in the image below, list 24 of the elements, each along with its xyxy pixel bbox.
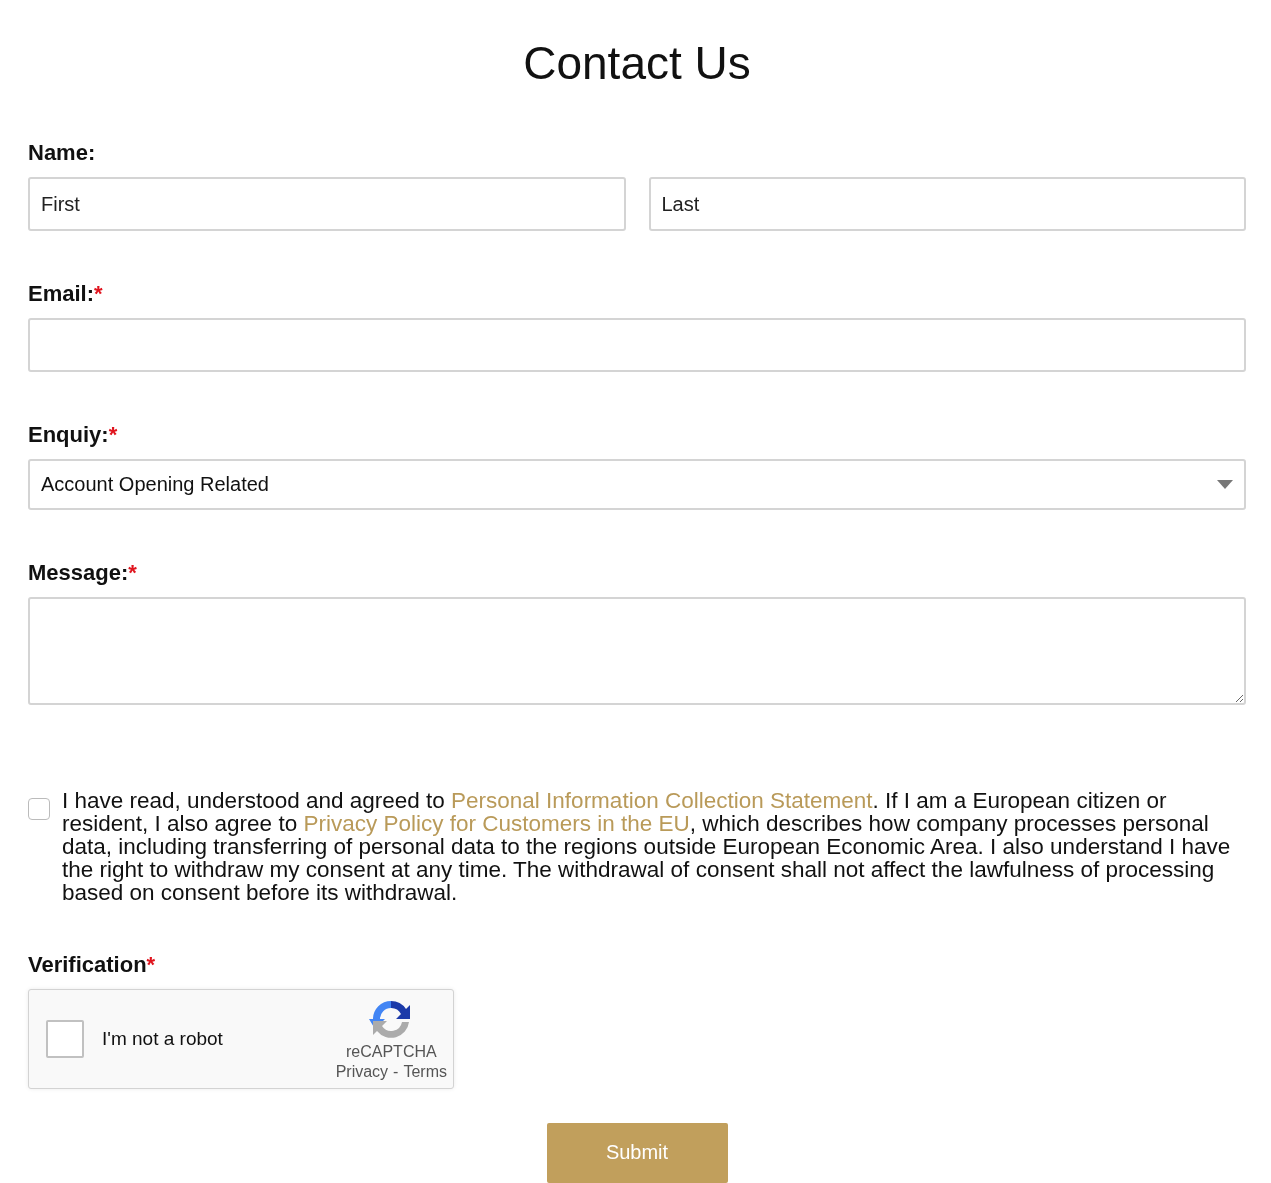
- caret-icon: [1217, 480, 1233, 489]
- section-label: Verification: [28, 951, 147, 978]
- field-label: Enquiy:: [28, 422, 109, 448]
- required-mark: *: [128, 560, 137, 587]
- field-label: Email:: [28, 281, 95, 307]
- separator: -: [393, 1062, 399, 1081]
- input-field[interactable]: First: [28, 177, 626, 231]
- page-title: Contact Us: [522, 36, 752, 90]
- terms-link[interactable]: Terms: [403, 1062, 447, 1081]
- input-field[interactable]: [28, 318, 1246, 372]
- required-mark: *: [108, 422, 118, 448]
- consent-checkbox[interactable]: [28, 797, 50, 820]
- field-label: Name:: [28, 140, 96, 166]
- privacy-link[interactable]: Privacy: [335, 1062, 389, 1081]
- required-mark: *: [94, 281, 103, 307]
- captcha-label: I'm not a robot: [102, 1027, 224, 1050]
- required-mark: *: [146, 951, 156, 978]
- captcha-checkbox[interactable]: [46, 1019, 84, 1058]
- dropdown-field[interactable]: Account Opening Related: [28, 459, 1246, 511]
- consent-text: I have read, understood and agreed to Personal Information Collection Statement. If I am a European citizen or resident, I also agree to Privacy Policy for Customers in the EU, which describes how company processes personal data, including transferring of personal data to the regions outside European Economic Area. I also understand I have the right to withdraw my consent at any time. The withdrawal of consent shall not affect the lawfulness of processing based on consent before its withdrawal.: [62, 788, 1232, 904]
- input-field[interactable]: Last: [648, 177, 1246, 231]
- message-field[interactable]: [28, 597, 1246, 705]
- field-label: Message:: [28, 560, 129, 587]
- captcha-brand: reCAPTCHA: [346, 1042, 437, 1061]
